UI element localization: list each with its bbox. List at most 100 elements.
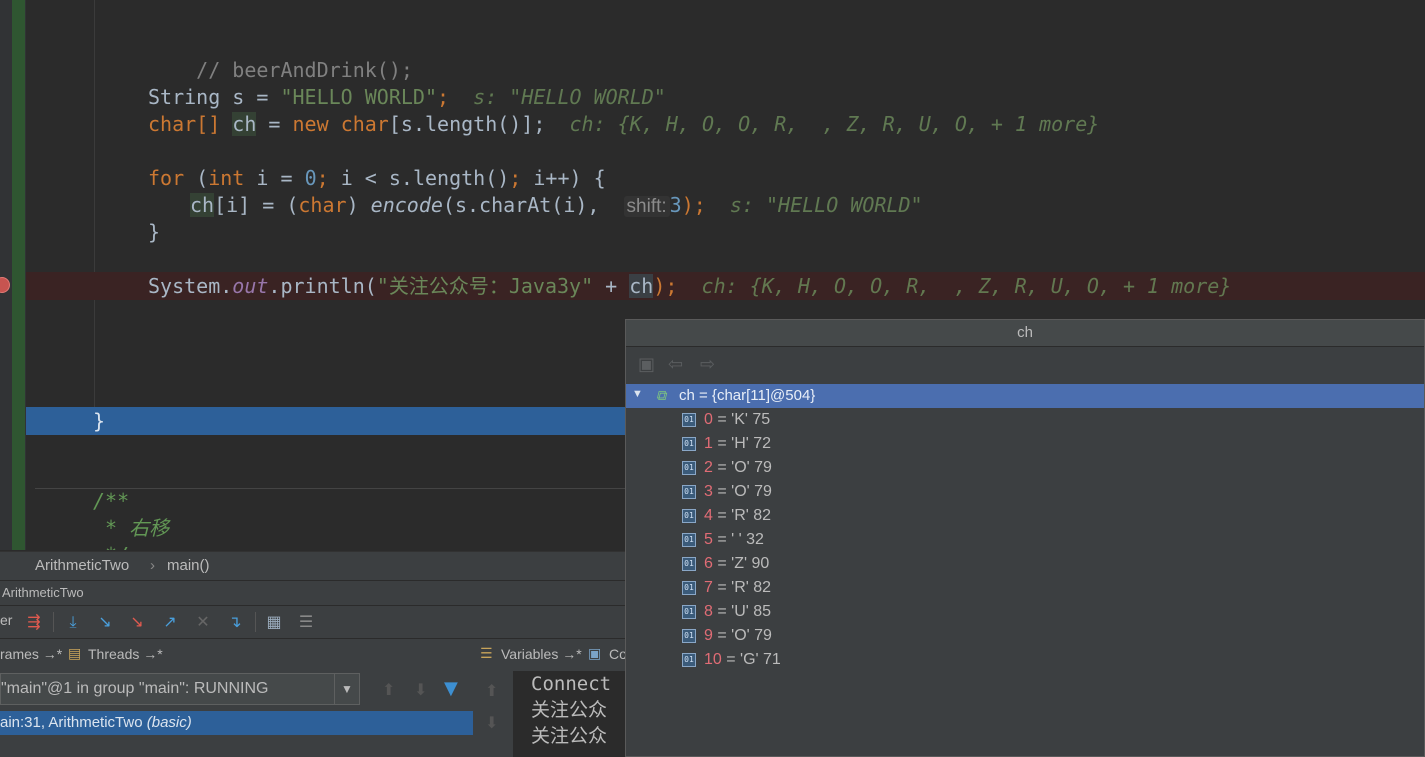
evaluate-expression-icon[interactable]: ▦ — [264, 612, 284, 632]
variables-icon: ☰ — [480, 646, 493, 662]
show-execution-point-icon[interactable]: ⇶ — [24, 612, 44, 632]
op-token: = — [244, 85, 281, 109]
array-element-row[interactable]: 01 9 = 'O' 79 — [682, 624, 772, 648]
comment-text: // beerAndDrink(); — [196, 58, 413, 82]
array-element-row[interactable]: 01 5 = ' ' 32 — [682, 528, 764, 552]
static-field: out — [232, 274, 269, 298]
doc-comment: */ — [93, 543, 129, 550]
code-line-for[interactable]: for (int i = 0; i < s.length(); i++) { — [148, 165, 606, 192]
thread-selector-value: "main"@1 in group "main": RUNNING — [1, 680, 269, 697]
closing-brace: } — [148, 220, 161, 244]
element-index: 10 — [704, 651, 722, 668]
cast-keyword: char — [298, 193, 347, 217]
triangle-down-icon[interactable]: ▼ — [632, 388, 643, 400]
element-value: = 'H' 72 — [712, 435, 772, 452]
element-value: = 'U' 85 — [712, 603, 772, 620]
op-token: = — [256, 112, 293, 136]
code-line-string-decl[interactable]: String s = "HELLO WORLD"; s: "HELLO WORL… — [148, 84, 666, 111]
element-value: = 'K' 75 — [712, 411, 771, 428]
inline-debug-value: ch: {K, H, O, O, R, , Z, R, U, O, + 1 mo… — [701, 274, 1232, 298]
element-value: = 'O' 79 — [712, 627, 772, 644]
code-line-exec-brace[interactable]: } — [93, 408, 105, 435]
step-over-icon[interactable]: ⤓ — [63, 612, 83, 632]
element-value: = 'O' 79 — [712, 483, 772, 500]
tree-root-row[interactable]: ▼ ⧉ ch = {char[11]@504} — [626, 384, 1424, 408]
element-value: = 'Z' 90 — [712, 555, 770, 572]
forward-icon[interactable]: ⇨ — [700, 354, 715, 375]
scroll-up-icon[interactable]: ⬆ — [485, 681, 498, 700]
stack-frame-row[interactable]: ain:31, ArithmeticTwo (basic) — [0, 711, 473, 735]
stack-frame-package: (basic) — [146, 714, 192, 731]
code-token: ); — [653, 274, 678, 298]
element-index: 2 — [704, 459, 713, 476]
stack-frame-text: ain:31, ArithmeticTwo (basic) — [0, 714, 192, 731]
type-token: char — [340, 112, 389, 136]
tab-frames[interactable]: rames →* — [0, 646, 62, 662]
code-token: .println( — [268, 274, 377, 298]
drop-frame-icon[interactable]: ✕ — [193, 612, 213, 632]
console-line: Connect — [531, 673, 612, 695]
run-to-cursor-icon[interactable]: ↴ — [225, 612, 245, 632]
element-value: = ' ' 32 — [712, 531, 764, 548]
semicolon: ; — [437, 85, 450, 109]
console-output[interactable]: Connect 关注公众 关注公众 — [513, 671, 626, 757]
var-token: ch — [190, 193, 215, 217]
code-line-brace[interactable]: } — [148, 219, 160, 246]
inline-debug-value: s: "HELLO WORLD" — [473, 85, 666, 109]
chevron-down-icon[interactable]: ▼ — [334, 674, 359, 704]
thread-selector[interactable]: "main"@1 in group "main": RUNNING ▼ — [0, 673, 360, 705]
tab-threads[interactable]: Threads →* — [88, 646, 163, 662]
variable-inspect-popup[interactable]: ch ▣ ⇦ ⇨ ▼ ⧉ ch = {char[11]@504} 01 0 = '… — [625, 319, 1425, 757]
javadoc-line[interactable]: * 右移 — [93, 515, 169, 542]
element-index: 1 — [704, 435, 713, 452]
array-element-row[interactable]: 01 8 = 'U' 85 — [682, 600, 771, 624]
doc-comment: /** — [93, 489, 130, 513]
element-index: 8 — [704, 603, 713, 620]
code-token: ); — [681, 193, 706, 217]
debug-toolbar: er ⇶ ⤓ ↘ ↘ ↗ ✕ ↴ ▦ ☰ — [0, 605, 626, 638]
trace-icon[interactable]: ☰ — [296, 612, 316, 632]
array-element-row[interactable]: 01 6 = 'Z' 90 — [682, 552, 769, 576]
code-token: [i] = ( — [214, 193, 299, 217]
breadcrumb-method[interactable]: main() — [167, 557, 210, 574]
step-out-icon[interactable]: ↗ — [160, 612, 180, 632]
array-element-row[interactable]: 01 0 = 'K' 75 — [682, 408, 770, 432]
array-element-row[interactable]: 01 1 = 'H' 72 — [682, 432, 771, 456]
frame-up-icon[interactable]: ⬆ — [382, 680, 395, 699]
back-icon[interactable]: ⇦ — [668, 354, 683, 375]
breadcrumb: ArithmeticTwo › main() — [0, 551, 626, 580]
filter-icon[interactable]: ▼ — [444, 678, 458, 699]
array-element-row[interactable]: 01 7 = 'R' 82 — [682, 576, 771, 600]
string-literal: "关注公众号：Java3y" — [376, 274, 594, 298]
javadoc-start[interactable]: /** — [93, 488, 129, 515]
field-icon: 01 — [682, 508, 696, 523]
debug-tool-window-title: ArithmeticTwo — [0, 580, 626, 605]
breadcrumb-separator: › — [150, 557, 155, 574]
element-index: 6 — [704, 555, 713, 572]
array-element-row[interactable]: 01 3 = 'O' 79 — [682, 480, 772, 504]
debugger-tab[interactable]: er — [0, 612, 12, 628]
tab-variables[interactable]: Variables →* — [501, 646, 582, 662]
force-step-into-icon[interactable]: ↘ — [127, 612, 147, 632]
step-into-icon[interactable]: ↘ — [95, 612, 115, 632]
popup-title[interactable]: ch — [626, 320, 1424, 347]
scroll-down-icon[interactable]: ⬇ — [485, 713, 498, 732]
var-token: ch — [629, 274, 654, 298]
code-line-loop-body[interactable]: ch[i] = (char) encode(s.charAt(i), shift… — [190, 192, 923, 220]
array-element-row[interactable]: 01 10 = 'G' 71 — [682, 648, 781, 672]
set-value-icon[interactable]: ▣ — [638, 354, 655, 375]
execution-line-highlight — [26, 407, 626, 435]
code-token: System. — [148, 274, 233, 298]
code-line-println[interactable]: System.out.println("关注公众号：Java3y" + ch);… — [148, 273, 1231, 300]
breadcrumb-class[interactable]: ArithmeticTwo — [35, 557, 129, 574]
javadoc-end[interactable]: */ — [93, 542, 129, 550]
array-element-row[interactable]: 01 4 = 'R' 82 — [682, 504, 771, 528]
semicolon: ; — [509, 166, 522, 190]
debug-session-name[interactable]: ArithmeticTwo — [2, 585, 84, 600]
array-element-row[interactable]: 01 2 = 'O' 79 — [682, 456, 772, 480]
frame-down-icon[interactable]: ⬇ — [414, 680, 427, 699]
change-marker — [12, 0, 25, 550]
element-value: = 'O' 79 — [712, 459, 772, 476]
parameter-hint: shift: — [623, 196, 670, 217]
code-line-char-array[interactable]: char[] ch = new char[s.length()]; ch: {K… — [148, 111, 1099, 138]
